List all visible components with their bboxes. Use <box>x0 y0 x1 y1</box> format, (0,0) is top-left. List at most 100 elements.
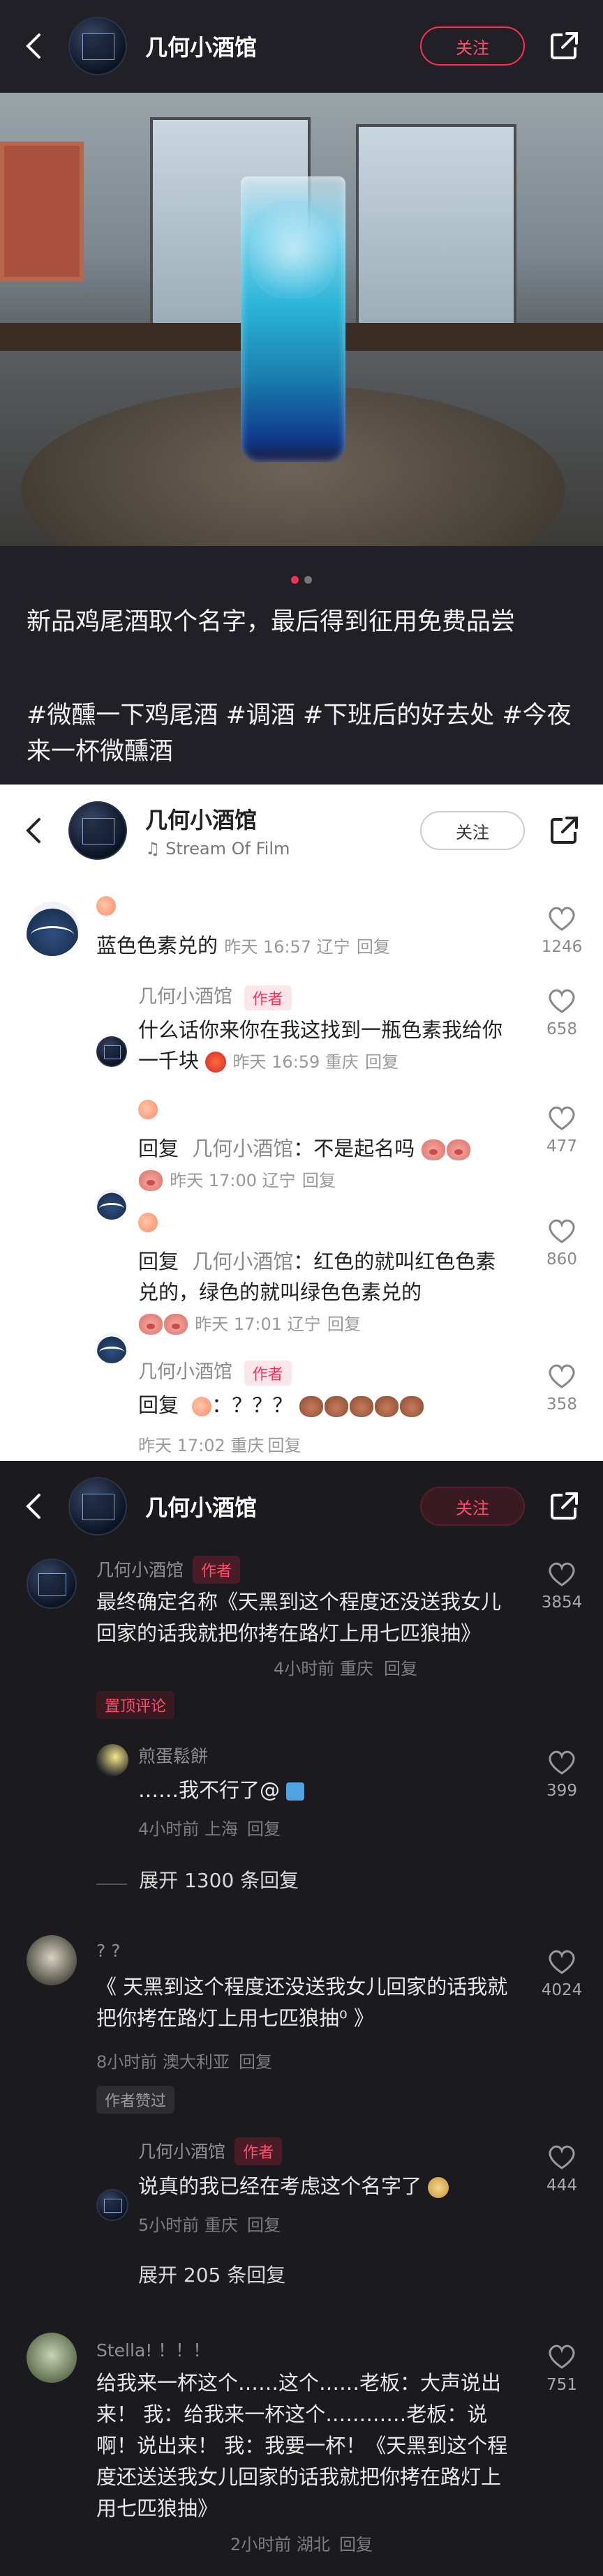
like-button[interactable]: 358 <box>534 1362 590 1414</box>
reply-meta: 昨天 17:02 重庆 <box>138 1436 265 1455</box>
like-button[interactable]: 399 <box>534 1748 590 1800</box>
comment-meta: 8小时前 澳大利亚 <box>96 2052 230 2072</box>
heart-icon <box>549 2145 575 2169</box>
reply-meta: 昨天 17:00 辽宁 <box>170 1171 296 1190</box>
comment-header: 几何小酒馆 作者 <box>96 1556 241 1584</box>
back-button[interactable] <box>20 1492 47 1520</box>
like-count: 1246 <box>541 938 583 956</box>
bear-emoji-icon <box>299 1396 324 1417</box>
account-info: 几何小酒馆 ♫ Stream Of Film <box>145 803 420 858</box>
reply-link[interactable]: 回复 <box>384 1659 417 1679</box>
comment-meta-row: 2小时前 湖北 回复 <box>230 2531 373 2555</box>
reply-meta-row: 5小时前 重庆 回复 <box>138 2211 281 2236</box>
reply-author-name[interactable]: 几何小酒馆 <box>138 2142 225 2162</box>
like-button[interactable]: 477 <box>534 1104 590 1156</box>
reply-link[interactable]: 回复 <box>357 937 390 957</box>
reply-header[interactable] <box>138 1213 158 1232</box>
follow-button[interactable]: 关注 <box>420 1487 525 1526</box>
peach-icon <box>96 896 116 916</box>
account-name[interactable]: 几何小酒馆 <box>145 1490 420 1522</box>
reply-avatar[interactable] <box>96 1744 128 1776</box>
share-button[interactable] <box>546 812 582 849</box>
account-avatar[interactable] <box>68 801 127 860</box>
reply-header: 几何小酒馆 作者 <box>138 2137 283 2165</box>
reply-text: ：？？？ <box>211 1393 293 1417</box>
reply-link[interactable]: 回复 <box>327 1314 361 1334</box>
post-photo[interactable] <box>0 93 603 546</box>
like-count: 658 <box>546 1020 577 1038</box>
like-button[interactable]: 860 <box>534 1217 590 1268</box>
heart-icon <box>549 2344 575 2369</box>
expand-replies[interactable]: 展开 205 条回复 <box>138 2260 285 2288</box>
like-count: 4024 <box>541 1981 583 1999</box>
share-button[interactable] <box>546 1488 582 1524</box>
reply-avatar[interactable] <box>96 2189 128 2221</box>
like-count: 751 <box>546 2376 577 2394</box>
share-button[interactable] <box>546 28 582 64</box>
like-button[interactable]: 1246 <box>534 904 590 956</box>
follow-button[interactable]: 关注 <box>420 811 525 850</box>
commenter-avatar[interactable] <box>27 1559 77 1609</box>
like-count: 860 <box>546 1250 577 1268</box>
like-button[interactable]: 444 <box>534 2143 590 2195</box>
reply-link[interactable]: 回复 <box>247 2215 281 2235</box>
expand-replies[interactable]: 展开 1300 条回复 <box>96 1865 299 1893</box>
like-count: 399 <box>546 1782 577 1800</box>
comment-text: 蓝色色素兑的 <box>96 934 218 957</box>
like-button[interactable]: 3854 <box>534 1560 590 1612</box>
post-section: 几何小酒馆 关注 新品鸡尾酒取个名字，最后得到征用免费品尝 #微醺一下鸡尾酒 #… <box>0 0 603 785</box>
reply-link[interactable]: 回复 <box>302 1171 336 1190</box>
reply-header[interactable] <box>138 1100 158 1119</box>
post-hashtags[interactable]: #微醺一下鸡尾酒 #调酒 #下班后的好去处 #今夜来一杯微醺酒 <box>27 697 585 770</box>
reply-prefix: 回复 <box>138 1137 179 1160</box>
comment-meta-row: 8小时前 澳大利亚 回复 <box>96 2048 272 2073</box>
heart-icon <box>549 1364 575 1388</box>
commenter-name[interactable]: Stella! ！！！ <box>96 2337 210 2362</box>
carousel-dot-active <box>291 576 299 584</box>
account-avatar[interactable] <box>68 1477 127 1536</box>
reply-avatar[interactable] <box>96 1036 127 1067</box>
back-button[interactable] <box>20 817 47 844</box>
reply-meta-row: 昨天 17:02 重庆 回复 <box>138 1432 302 1456</box>
comments-dark-section: 几何小酒馆 关注 几何小酒馆 作者 最终确定名称《天黑到这个程度还没送我女儿回家… <box>0 1461 603 2576</box>
like-button[interactable]: 4024 <box>534 1948 590 1999</box>
like-button[interactable]: 751 <box>534 2342 590 2394</box>
angry-emoji-icon <box>205 1052 227 1073</box>
commenter-name[interactable]: ? ? <box>96 1941 121 1961</box>
reply-avatar[interactable] <box>96 1189 127 1220</box>
reply-target-name[interactable]: 几何小酒馆 <box>192 1137 293 1160</box>
reply-author-name[interactable]: 几何小酒馆 <box>138 1361 232 1383</box>
reply-link[interactable]: 回复 <box>247 1819 281 1839</box>
music-row[interactable]: ♫ Stream Of Film <box>145 839 420 858</box>
reply-text: ：不是起名吗 <box>293 1137 415 1160</box>
reply-body: 回复 ：？？？ <box>138 1390 529 1420</box>
reply-author-name[interactable]: 煎蛋鬆餅 <box>138 1743 208 1768</box>
commenter-name[interactable] <box>96 896 116 916</box>
comment-meta: 2小时前 湖北 <box>230 2535 330 2554</box>
follow-button[interactable]: 关注 <box>420 26 525 66</box>
commenter-avatar[interactable] <box>25 902 80 956</box>
commenter-name[interactable]: 几何小酒馆 <box>96 1560 184 1580</box>
ice-emoji-icon <box>286 1782 305 1801</box>
music-note-icon: ♫ <box>145 839 161 858</box>
reply-link[interactable]: 回复 <box>365 1052 399 1072</box>
back-button[interactable] <box>20 32 47 60</box>
like-button[interactable]: 658 <box>534 987 590 1038</box>
reply-target-name[interactable]: 几何小酒馆 <box>192 1250 293 1273</box>
commenter-avatar[interactable] <box>27 1935 77 1985</box>
heart-icon <box>549 1106 575 1130</box>
reply-link[interactable]: 回复 <box>268 1436 302 1455</box>
commenter-avatar[interactable] <box>27 2333 77 2383</box>
account-avatar[interactable] <box>68 17 127 75</box>
reply-avatar[interactable] <box>96 1333 127 1363</box>
reply-link[interactable]: 回复 <box>339 2535 373 2554</box>
reply-body: 什么话你来你在我这找到一瓶色素我给你一千块 昨天 16:59 重庆 回复 <box>138 1015 515 1077</box>
reply-prefix: 回复 <box>138 1393 179 1417</box>
comments-header: 几何小酒馆 关注 <box>0 1461 603 1552</box>
account-name[interactable]: 几何小酒馆 <box>145 30 420 62</box>
comments-header: 几何小酒馆 ♫ Stream Of Film 关注 <box>0 796 603 865</box>
account-name[interactable]: 几何小酒馆 <box>145 803 420 835</box>
reply-link[interactable]: 回复 <box>239 2052 272 2072</box>
reply-meta: 5小时前 重庆 <box>138 2215 238 2235</box>
reply-author-name[interactable]: 几何小酒馆 <box>138 986 232 1008</box>
